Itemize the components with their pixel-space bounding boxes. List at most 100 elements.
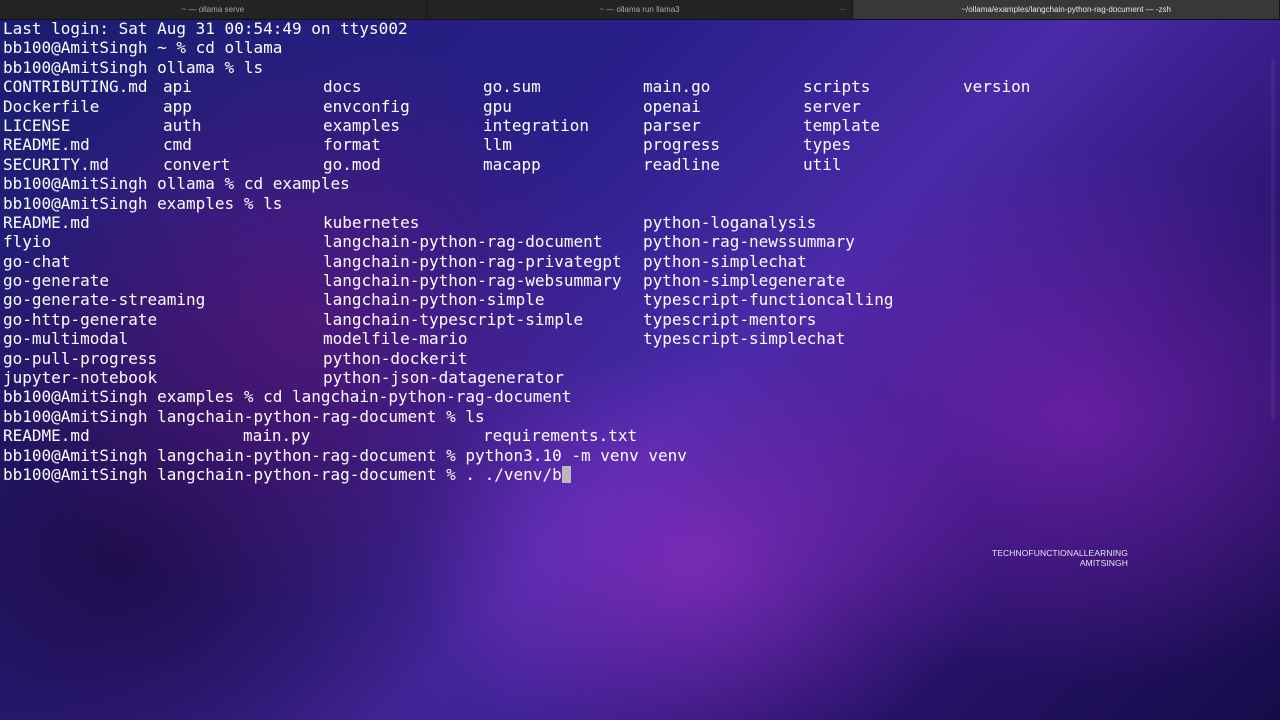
ls-entry: go-chat bbox=[3, 251, 71, 271]
ls-entry: python-simplegenerate bbox=[643, 271, 846, 291]
terminal-line: README.md cmd format llm progress types bbox=[3, 135, 1243, 154]
ls-entry: python-loganalysis bbox=[643, 212, 817, 232]
ls-entry: go-pull-progress bbox=[3, 348, 158, 368]
terminal-line-text: bb100@AmitSingh examples % ls bbox=[3, 193, 283, 213]
terminal-line-text: bb100@AmitSingh ~ % cd ollama bbox=[3, 38, 283, 58]
channel-watermark: TECHNOFUNCTIONALLEARNING AMITSINGH bbox=[960, 548, 1128, 568]
terminal-output[interactable]: Last login: Sat Aug 31 00:54:49 on ttys0… bbox=[3, 19, 1243, 499]
ls-entry: parser bbox=[643, 115, 701, 135]
terminal-line: Dockerfile app envconfig gpu openai server bbox=[3, 97, 1243, 116]
ls-entry: README.md bbox=[3, 426, 90, 446]
terminal-tab-bar: ~ — ollama serve ~ — ollama run llama3 .… bbox=[0, 0, 1280, 20]
ls-entry: macapp bbox=[483, 154, 541, 174]
ls-entry: types bbox=[803, 135, 852, 155]
ls-entry: gpu bbox=[483, 96, 512, 116]
ls-entry: langchain-typescript-simple bbox=[323, 309, 584, 329]
ls-entry: python-rag-newssummary bbox=[643, 232, 855, 252]
ls-entry: flyio bbox=[3, 232, 52, 252]
terminal-line: SECURITY.md convert go.mod macapp readline ut… bbox=[3, 155, 1243, 174]
terminal-line: CONTRIBUTING.md api docs go.sum main.go scrip… bbox=[3, 77, 1243, 96]
ls-entry: progress bbox=[643, 135, 721, 155]
ls-entry: langchain-python-simple bbox=[323, 290, 545, 310]
ls-entry: main.py bbox=[243, 426, 311, 446]
ls-entry: integration bbox=[483, 115, 589, 135]
tab-title: ~ — ollama run llama3 bbox=[599, 5, 680, 14]
ls-entry: go-generate-streaming bbox=[3, 290, 206, 310]
terminal-line: bb100@AmitSingh langchain-python-rag-doc… bbox=[3, 446, 1243, 465]
terminal-line-text: bb100@AmitSingh ollama % cd examples bbox=[3, 174, 350, 194]
terminal-line: go-multimodal modelfile-mario typescript-s… bbox=[3, 329, 1243, 348]
tab-overflow-icon[interactable]: ... bbox=[839, 2, 847, 12]
ls-entry: SECURITY.md bbox=[3, 154, 109, 174]
tab-langchain-python-rag-document[interactable]: ~/ollama/examples/langchain-python-rag-d… bbox=[853, 0, 1280, 19]
terminal-line: LICENSE auth examples integration parser temp… bbox=[3, 116, 1243, 135]
ls-entry: requirements.txt bbox=[483, 426, 638, 446]
terminal-line: go-generate-streaming langchain-python-si… bbox=[3, 290, 1243, 309]
ls-entry: cmd bbox=[163, 135, 192, 155]
ls-entry: go-generate bbox=[3, 271, 109, 291]
terminal-line: go-generate langchain-python-rag-websumma… bbox=[3, 271, 1243, 290]
tab-ollama-serve[interactable]: ~ — ollama serve bbox=[0, 0, 427, 19]
watermark-line-2: AMITSINGH bbox=[1079, 558, 1128, 568]
ls-entry: python-simplechat bbox=[643, 251, 807, 271]
ls-entry: docs bbox=[323, 77, 362, 97]
terminal-line: bb100@AmitSingh examples % cd langchain-… bbox=[3, 387, 1243, 406]
ls-entry: python-dockerit bbox=[323, 348, 468, 368]
ls-entry: langchain-python-rag-document bbox=[323, 232, 603, 252]
command-input-line[interactable]: bb100@AmitSingh langchain-python-rag-doc… bbox=[3, 465, 562, 484]
ls-entry: llm bbox=[483, 135, 512, 155]
terminal-line-text: bb100@AmitSingh langchain-python-rag-doc… bbox=[3, 445, 687, 465]
ls-entry: convert bbox=[163, 154, 231, 174]
ls-entry: typescript-simplechat bbox=[643, 329, 846, 349]
watermark-line-1: TECHNOFUNCTIONALLEARNING bbox=[991, 548, 1128, 558]
ls-entry: README.md bbox=[3, 135, 90, 155]
ls-entry: jupyter-notebook bbox=[3, 368, 158, 388]
ls-entry: go-multimodal bbox=[3, 329, 129, 349]
ls-entry: api bbox=[163, 77, 192, 97]
ls-entry: format bbox=[323, 135, 381, 155]
ls-entry: langchain-python-rag-privategpt bbox=[323, 251, 622, 271]
ls-entry: CONTRIBUTING.md bbox=[3, 77, 148, 97]
ls-entry: go.sum bbox=[483, 77, 541, 97]
terminal-line-text: bb100@AmitSingh ollama % ls bbox=[3, 57, 264, 77]
tab-title: ~/ollama/examples/langchain-python-rag-d… bbox=[961, 5, 1172, 14]
terminal-line: bb100@AmitSingh langchain-python-rag-doc… bbox=[3, 407, 1243, 426]
ls-entry: typescript-mentors bbox=[643, 309, 817, 329]
tab-ollama-run-llama3[interactable]: ~ — ollama run llama3 ... bbox=[427, 0, 854, 19]
terminal-line: bb100@AmitSingh examples % ls bbox=[3, 194, 1243, 213]
ls-entry: LICENSE bbox=[3, 115, 71, 135]
ls-entry: go-http-generate bbox=[3, 309, 158, 329]
ls-entry: langchain-python-rag-websummary bbox=[323, 271, 622, 291]
terminal-scrollbar[interactable] bbox=[1271, 60, 1275, 420]
ls-entry: scripts bbox=[803, 77, 871, 97]
ls-entry: README.md bbox=[3, 212, 90, 232]
ls-entry: server bbox=[803, 96, 861, 116]
terminal-line: bb100@AmitSingh ~ % cd ollama bbox=[3, 38, 1243, 57]
tab-title: ~ — ollama serve bbox=[181, 5, 245, 14]
ls-entry: typescript-functioncalling bbox=[643, 290, 894, 310]
ls-entry: main.go bbox=[643, 77, 711, 97]
ls-entry: kubernetes bbox=[323, 212, 420, 232]
ls-entry: envconfig bbox=[323, 96, 410, 116]
ls-entry: Dockerfile bbox=[3, 96, 100, 116]
ls-entry: modelfile-mario bbox=[323, 329, 468, 349]
ls-entry: go.mod bbox=[323, 154, 381, 174]
terminal-line-text: bb100@AmitSingh langchain-python-rag-doc… bbox=[3, 406, 485, 426]
ls-entry: openai bbox=[643, 96, 701, 116]
terminal-line: Last login: Sat Aug 31 00:54:49 on ttys0… bbox=[3, 19, 1243, 38]
ls-entry: template bbox=[803, 115, 881, 135]
terminal-line-text: Last login: Sat Aug 31 00:54:49 on ttys0… bbox=[3, 19, 408, 38]
terminal-line: README.md main.py requirements.txt bbox=[3, 426, 1243, 445]
terminal-line: go-pull-progress python-dockerit bbox=[3, 349, 1243, 368]
terminal-line: go-chat langchain-python-rag-privategpt py… bbox=[3, 252, 1243, 271]
terminal-line: bb100@AmitSingh ollama % ls bbox=[3, 58, 1243, 77]
terminal-line-text: bb100@AmitSingh examples % cd langchain-… bbox=[3, 387, 572, 407]
terminal-line: flyio langchain-python-rag-document python… bbox=[3, 232, 1243, 251]
text-cursor bbox=[561, 465, 571, 483]
ls-entry: readline bbox=[643, 154, 721, 174]
terminal-line: bb100@AmitSingh langchain-python-rag-doc… bbox=[3, 465, 1243, 484]
terminal-line: bb100@AmitSingh ollama % cd examples bbox=[3, 174, 1243, 193]
terminal-line: jupyter-notebook python-json-datagenerato… bbox=[3, 368, 1243, 387]
terminal-line: README.md kubernetes python-loganalysis bbox=[3, 213, 1243, 232]
ls-entry: python-json-datagenerator bbox=[323, 368, 564, 388]
